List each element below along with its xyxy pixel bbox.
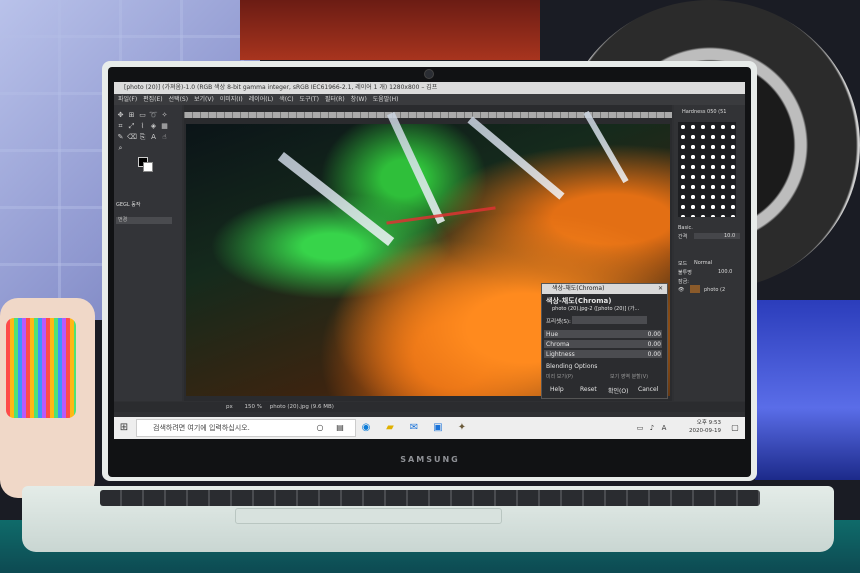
menu-file[interactable]: 파일(F)	[118, 96, 137, 103]
bridge-beam	[387, 111, 445, 225]
reset-button[interactable]: Reset	[580, 386, 597, 393]
menu-view[interactable]: 보기(V)	[194, 96, 214, 103]
warp-tool-icon[interactable]: ⌇	[138, 122, 147, 131]
chroma-label: Chroma	[546, 341, 570, 348]
move-tool-icon[interactable]: ✥	[116, 111, 125, 120]
ime-icon[interactable]: A	[658, 422, 670, 434]
fuzzy-select-icon[interactable]: ✧	[160, 111, 169, 120]
unit-select[interactable]: px	[226, 404, 233, 410]
clock-date: 2020-09-19	[689, 428, 721, 434]
eraser-icon[interactable]: ⌫	[127, 133, 137, 142]
align-tool-icon[interactable]: ⊞	[127, 111, 136, 120]
menu-help[interactable]: 도움말(H)	[373, 96, 399, 103]
lock-label: 잠금:	[678, 279, 689, 285]
preset-select[interactable]	[572, 316, 647, 324]
zoom-tool-icon[interactable]: ⌕	[116, 144, 125, 153]
file-explorer-icon[interactable]: ▰	[384, 422, 396, 434]
menu-layer[interactable]: 레이어(L)	[249, 96, 274, 103]
split-view-checkbox[interactable]: 보기 영역 분할(V)	[610, 373, 648, 380]
status-filename: photo (20).jpg (9.6 MB)	[269, 404, 334, 410]
preview-checkbox[interactable]: 미리 보기(P)	[546, 373, 573, 380]
hue-label: Hue	[546, 331, 559, 338]
cortana-icon[interactable]: ○	[314, 422, 326, 434]
layer-name[interactable]: photo (2	[704, 287, 725, 293]
laptop-screen: [photo (20)] (가져옴)-1.0 (RGB 색상 8-bit gam…	[114, 82, 745, 439]
mode-select[interactable]: Normal	[694, 260, 712, 266]
lasso-icon[interactable]: ➰	[149, 111, 158, 120]
menu-tools[interactable]: 도구(T)	[300, 96, 319, 103]
menu-image[interactable]: 이미지(I)	[220, 96, 243, 103]
bucket-fill-icon[interactable]: ◈	[149, 122, 158, 131]
smudge-tool-icon[interactable]: ☝	[160, 133, 169, 142]
hue-slider[interactable]	[544, 330, 662, 338]
lightness-label: Lightness	[546, 351, 575, 358]
gimp-title-bar: [photo (20)] (가져옴)-1.0 (RGB 색상 8-bit gam…	[114, 82, 745, 94]
chroma-value[interactable]: 0.00	[648, 341, 661, 348]
store-icon[interactable]: ▣	[432, 422, 444, 434]
gegl-operation-select[interactable]: 번경	[116, 217, 172, 224]
paintbrush-icon[interactable]: ✎	[116, 133, 125, 142]
gimp-taskbar-icon[interactable]: ✦	[456, 422, 468, 434]
spacing-label: 간격	[678, 234, 688, 240]
eye-icon[interactable]: 👁	[678, 287, 684, 293]
hue-value[interactable]: 0.00	[648, 331, 661, 338]
opacity-label: 불투명	[678, 270, 692, 276]
gimp-menu-bar: 파일(F) 편집(E) 선택(S) 보기(V) 이미지(I) 레이어(L) 색(…	[114, 94, 745, 105]
brushes-title: Hardness 050 (51	[682, 109, 727, 115]
menu-windows[interactable]: 창(W)	[351, 96, 367, 103]
brush-preset[interactable]: Basic.	[678, 225, 693, 231]
transform-tool-icon[interactable]: ⤢	[127, 122, 136, 131]
windows-start-icon[interactable]: ⊞	[118, 422, 130, 434]
laptop-keyboard	[100, 490, 760, 506]
menu-edit[interactable]: 편집(E)	[143, 96, 163, 103]
edge-browser-icon[interactable]: ◉	[360, 422, 372, 434]
menu-select[interactable]: 선택(S)	[169, 96, 189, 103]
clone-tool-icon[interactable]: ⎘	[138, 133, 147, 142]
rect-select-icon[interactable]: ▭	[138, 111, 147, 120]
network-icon[interactable]: ▭	[634, 422, 646, 434]
layer-thumbnail	[690, 285, 700, 293]
blue-monitor-screen	[755, 300, 860, 480]
blending-options-toggle[interactable]: Blending Options	[546, 363, 597, 370]
mode-label: 모드	[678, 261, 688, 267]
clock-time: 오후 9:53	[696, 420, 721, 426]
close-icon[interactable]: ✕	[658, 285, 663, 292]
gimp-status-bar: px 150 % photo (20).jpg (9.6 MB)	[114, 402, 745, 412]
preset-label: 프리셋(S):	[546, 319, 571, 325]
spacing-value[interactable]: 10.0	[724, 233, 735, 239]
speaker-led-display	[6, 318, 76, 418]
dialog-title-bar: 색상-채도(Chroma)	[542, 284, 667, 294]
red-picture-frame	[240, 0, 540, 60]
task-view-icon[interactable]: ▤	[334, 422, 346, 434]
crop-tool-icon[interactable]: ⌗	[116, 122, 125, 131]
gradient-tool-icon[interactable]: ▦	[160, 122, 169, 131]
color-swatch-icon[interactable]	[138, 157, 153, 172]
dialog-subtitle: photo (20).jpg-2 ([photo (20)] (가...	[552, 306, 640, 312]
bridge-beam	[467, 116, 565, 200]
tool-options-title: GEGL 동작	[116, 202, 141, 208]
hue-chroma-dialog: 색상-채도(Chroma) ✕ 색상-채도(Chroma) photo (20)…	[541, 283, 668, 399]
laptop-brand: SAMSUNG	[400, 455, 460, 464]
horizontal-ruler	[184, 112, 672, 118]
volume-icon[interactable]: ♪	[646, 422, 658, 434]
menu-filters[interactable]: 필터(R)	[325, 96, 345, 103]
lightness-value[interactable]: 0.00	[648, 351, 661, 358]
ok-button[interactable]: 확인(O)	[608, 386, 628, 395]
bridge-beam	[277, 151, 395, 247]
brush-grid[interactable]	[678, 122, 736, 217]
cancel-button[interactable]: Cancel	[638, 386, 658, 393]
mail-icon[interactable]: ✉	[408, 422, 420, 434]
menu-colors[interactable]: 색(C)	[279, 96, 293, 103]
webcam	[424, 69, 434, 79]
opacity-value[interactable]: 100.0	[718, 269, 732, 275]
laptop-trackpad	[235, 508, 502, 524]
text-tool-icon[interactable]: A	[149, 133, 158, 142]
help-button[interactable]: Help	[550, 386, 564, 393]
zoom-select[interactable]: 150 %	[245, 404, 262, 410]
windows-taskbar: ⊞ 검색하려면 여기에 입력하십시오. ○ ▤ ◉ ▰ ✉ ▣ ✦ ▭ ♪ A …	[114, 417, 745, 439]
notification-icon[interactable]: ▢	[729, 422, 741, 434]
taskbar-clock[interactable]: 오후 9:53 2020-09-19	[689, 419, 721, 435]
toolbox: ✥ ⊞ ▭ ➰ ✧ ⌗ ⤢ ⌇ ◈ ▦ ✎ ⌫ ⎘ A ☝ ⌕ GEGL 동작 …	[114, 105, 182, 401]
